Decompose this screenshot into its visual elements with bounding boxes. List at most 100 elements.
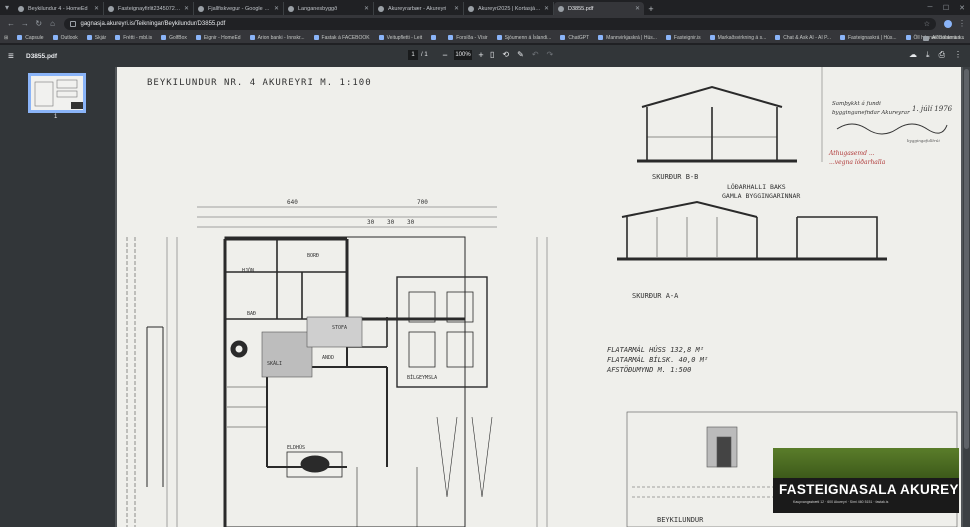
pdf-more-icon[interactable]: ⋮: [954, 50, 962, 60]
area-line-2: FLATARMÁL BÍLSK. 40,0 M²: [607, 355, 708, 364]
tab-close-icon[interactable]: ✕: [94, 5, 99, 12]
tab-4[interactable]: Akureyrarbær - Akureyri ✕: [374, 2, 464, 15]
section-aa: [617, 200, 887, 261]
bookmarks-bar: ⊞ Capsule Outlook Skjár Frétti - mbl.is Golf…: [0, 32, 970, 44]
bookmark-item[interactable]: Skjár: [86, 34, 107, 41]
tab-title: Beykilundur 4 - HomeEd: [28, 5, 88, 12]
dim-label: 30: [367, 219, 375, 226]
approval-stamp: Samþykkt á fundi bygginganefndar Akureyr…: [821, 67, 953, 166]
home-icon[interactable]: ⌂: [46, 17, 60, 31]
tab-close-icon[interactable]: ✕: [635, 5, 640, 12]
bookmark-item[interactable]: Fastak á FACEBOOK: [313, 34, 370, 41]
tab-close-icon[interactable]: ✕: [184, 5, 189, 12]
area-line-3: AFSTÖÐUMYND M. 1:500: [606, 365, 691, 374]
lodarhalli-line-1: LÓÐARHALLI BAKS: [727, 182, 786, 191]
bookmark-item[interactable]: Arion banki - Innskr...: [249, 35, 305, 41]
dim-label: 30: [387, 219, 395, 226]
bookmark-item[interactable]: Chat & Ask AI - AI P...: [775, 35, 831, 41]
zoom-level-input[interactable]: 100%: [454, 50, 472, 60]
bookmark-item[interactable]: Markaðsvirkning á s...: [709, 35, 766, 41]
zoom-in-icon[interactable]: +: [476, 50, 486, 60]
tab-0[interactable]: Beykilundur 4 - HomeEd ✕: [14, 2, 104, 15]
tab-close-icon[interactable]: ✕: [454, 5, 459, 12]
room-label: ANDD: [322, 355, 334, 361]
close-window-icon[interactable]: ✕: [954, 0, 970, 15]
annotate-icon[interactable]: ✎: [517, 50, 524, 59]
tab-6-active[interactable]: D3855.pdf ✕: [554, 2, 644, 15]
new-tab-button[interactable]: +: [644, 2, 658, 15]
bookmark-label: Fastak á FACEBOOK: [321, 34, 370, 41]
address-bar[interactable]: gagnasja.akureyri.is/Teikningar/Beykilun…: [63, 17, 937, 30]
tab-close-icon[interactable]: ✕: [274, 5, 279, 12]
tab-close-icon[interactable]: ✕: [544, 5, 549, 12]
print-icon[interactable]: ⎙: [939, 50, 945, 60]
fit-page-icon[interactable]: ▯: [490, 50, 494, 59]
room-label: STOFA: [332, 325, 347, 331]
lodarhalli-line-2: GAMLA BYGGINGARINNAR: [722, 192, 800, 200]
bookmark-item[interactable]: Outlook: [52, 35, 78, 41]
room-label: BAÐ: [247, 311, 256, 317]
redo-icon[interactable]: ↷: [547, 50, 554, 59]
bookmark-item[interactable]: Sjóumenn á Íslandi...: [496, 35, 551, 41]
tab-3[interactable]: Langanesbyggð ✕: [284, 2, 374, 15]
back-icon[interactable]: ←: [4, 17, 18, 31]
thumbnail-drawing: [34, 79, 83, 109]
tab-title: D3855.pdf: [568, 5, 594, 12]
reload-icon[interactable]: ↻: [32, 17, 46, 31]
bookmark-favicon: [665, 35, 671, 40]
bookmark-item[interactable]: Mannvirkjaskrá | Hús...: [598, 35, 657, 41]
bookmark-label: Skjár: [94, 34, 107, 41]
room-label: ELDHÚS: [287, 444, 305, 451]
bookmark-label: Mannvirkjaskrá | Hús...: [606, 34, 657, 41]
site-info-icon[interactable]: [69, 20, 76, 27]
vertical-scrollbar[interactable]: [963, 67, 970, 527]
page-thumbnail[interactable]: [28, 73, 86, 113]
footer-label: BEYKILUNDUR: [657, 516, 704, 524]
page-indicator: 1 / 1: [408, 50, 428, 60]
fasteignasala-watermark-logo: FASTEIGNASALA AKUREYRAR Kaupvangsstræti …: [773, 448, 959, 513]
room-label: HJÓN: [242, 267, 254, 274]
stamp-date: 1. júlí 1976: [912, 105, 953, 113]
download-icon[interactable]: ⤓: [926, 50, 930, 60]
dim-label: 700: [417, 199, 428, 206]
pdf-document-area[interactable]: BEYKILUNDUR NR. 4 AKUREYRI M. 1:100 640 …: [115, 67, 970, 527]
room-label: BORÐ: [307, 253, 319, 259]
tab-5[interactable]: Akureyri2025 | Kortasjá | Loftm...✕: [464, 2, 554, 15]
tab-close-icon[interactable]: ✕: [364, 5, 369, 12]
add-to-drive-icon[interactable]: ☁: [909, 50, 917, 60]
profile-avatar[interactable]: [944, 19, 952, 28]
tab-1[interactable]: Fasteignayfirlit2345072-2026D...✕: [104, 2, 194, 15]
bookmark-item[interactable]: Capsule: [17, 35, 44, 41]
undo-icon[interactable]: ↶: [532, 50, 539, 59]
forward-icon[interactable]: →: [18, 17, 32, 31]
bookmark-label: Veitupfletti - Leit: [386, 34, 423, 41]
apps-icon[interactable]: ⊞: [4, 35, 8, 41]
bookmark-item[interactable]: GolfBox: [161, 35, 187, 41]
drawing-title: BEYKILUNDUR NR. 4 AKUREYRI M. 1:100: [147, 78, 372, 88]
bookmark-item[interactable]: Fasteignir.is: [665, 35, 701, 41]
all-bookmarks-button[interactable]: All Bookmarks: [923, 32, 964, 44]
rotate-icon[interactable]: ⟲: [502, 50, 509, 59]
bookmark-item[interactable]: Fasteignaskrá | Hús...: [839, 35, 897, 41]
minimize-icon[interactable]: ─: [922, 0, 938, 15]
bookmark-item[interactable]: [431, 35, 439, 40]
tab-favicon: [198, 5, 204, 12]
bookmark-item[interactable]: ChatGPT: [560, 35, 589, 41]
zoom-controls: − 100% +: [440, 50, 486, 60]
logo-sub: Kaupvangsstræti 12 · 600 Akureyri · Sími…: [793, 500, 889, 504]
sidebar-menu-icon[interactable]: ≡: [8, 51, 22, 62]
bookmark-item[interactable]: Eignir - HomeEd: [195, 35, 241, 41]
maximize-icon[interactable]: ☐: [938, 0, 954, 15]
tab-favicon: [18, 5, 24, 12]
tab-2[interactable]: Fjallfiskvegur - Google Search✕: [194, 2, 284, 15]
page-number-input[interactable]: 1: [408, 50, 418, 60]
bookmark-label: GolfBox: [169, 34, 187, 41]
tab-search-icon[interactable]: ▾: [0, 0, 14, 15]
zoom-out-icon[interactable]: −: [440, 50, 450, 60]
bookmark-item[interactable]: Forsíða - Vísir: [448, 35, 488, 41]
browser-menu-icon[interactable]: ⋮: [958, 19, 966, 28]
scrollbar-thumb[interactable]: [964, 69, 969, 449]
bookmark-item[interactable]: Frétti - mbl.is: [115, 35, 152, 41]
bookmark-star-icon[interactable]: ☆: [924, 20, 930, 28]
bookmark-item[interactable]: Veitupfletti - Leit: [378, 34, 423, 41]
